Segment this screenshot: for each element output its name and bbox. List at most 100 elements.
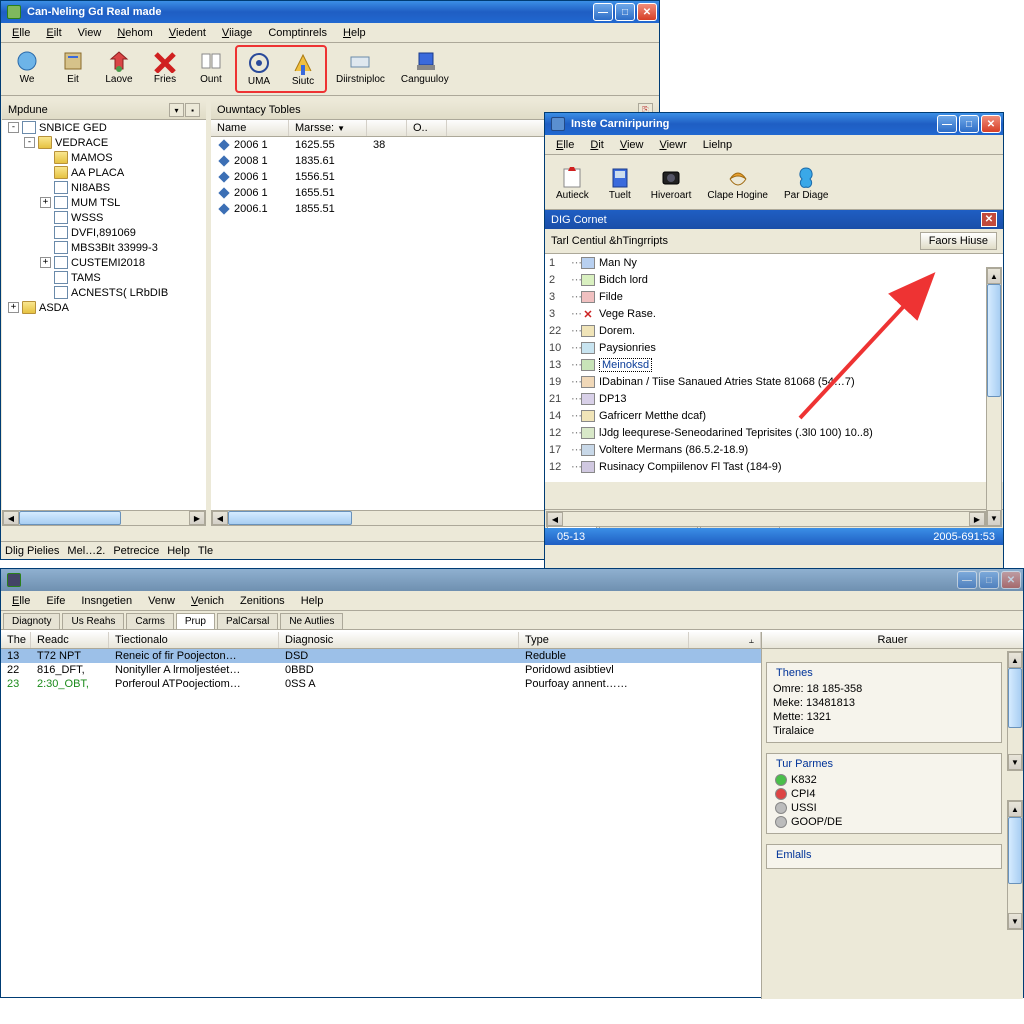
menu-zenitions[interactable]: Zenitions bbox=[233, 593, 292, 609]
toolbar-eit[interactable]: Eit bbox=[51, 45, 95, 89]
close-button[interactable]: ✕ bbox=[981, 115, 1001, 133]
menu-lielnp[interactable]: Lielnp bbox=[696, 137, 739, 153]
list-item[interactable]: 21⋯DP13 bbox=[545, 390, 1003, 407]
col-header[interactable]: Name bbox=[211, 120, 289, 136]
menu-elle[interactable]: Elle bbox=[5, 25, 37, 41]
tree-item[interactable]: -SNBICE GED bbox=[2, 120, 206, 135]
list-item[interactable]: 12⋯lJdg leequrese-Seneodarined Teprisite… bbox=[545, 424, 1003, 441]
maximize-button[interactable]: □ bbox=[959, 115, 979, 133]
list-item[interactable]: 17⋯Voltere Mermans (86.5.2-18.9) bbox=[545, 441, 1003, 458]
tree-view[interactable]: -SNBICE GED-VEDRACEMAMOSAA PLACANI8ABS+M… bbox=[2, 120, 206, 510]
menu-venich[interactable]: Venich bbox=[184, 593, 231, 609]
tree-item[interactable]: +MUM TSL bbox=[2, 195, 206, 210]
scroll-up-button[interactable]: ▲ bbox=[1008, 801, 1022, 817]
list-item[interactable]: 2⋯Bidch lord bbox=[545, 271, 1003, 288]
minimize-button[interactable]: — bbox=[957, 571, 977, 589]
toolbar-we[interactable]: We bbox=[5, 45, 49, 89]
col-header[interactable]: Tiectionalo bbox=[109, 632, 279, 648]
col-header[interactable]: Readc bbox=[31, 632, 109, 648]
maximize-button[interactable]: □ bbox=[615, 3, 635, 21]
list-item[interactable]: 13⋯Meinoksd bbox=[545, 356, 1003, 373]
menu-eilt[interactable]: Eilt bbox=[39, 25, 68, 41]
col-header[interactable]: O.. bbox=[407, 120, 447, 136]
tree-toggle[interactable]: - bbox=[24, 137, 35, 148]
tab-us-reahs[interactable]: Us Reahs bbox=[62, 613, 124, 629]
tree-item[interactable]: +CUSTEMI2018 bbox=[2, 255, 206, 270]
list-view[interactable]: 1⋯Man Ny2⋯Bidch lord3⋯Filde3⋯✕Vege Rase.… bbox=[545, 254, 1003, 482]
tree-item[interactable]: ACNESTS( LRbDIB bbox=[2, 285, 206, 300]
col-header[interactable]: Diagnosic bbox=[279, 632, 519, 648]
grid-row[interactable]: 232:30_OBT,Porferoul ATPoojectiom…0SS AP… bbox=[1, 677, 761, 691]
col-header[interactable]: Type bbox=[519, 632, 689, 648]
tree-item[interactable]: TAMS bbox=[2, 270, 206, 285]
menu-help[interactable]: Help bbox=[336, 25, 373, 41]
toolbar-hiveroart[interactable]: Hiveroart bbox=[644, 161, 699, 205]
toolbar-ount[interactable]: Ount bbox=[189, 45, 233, 89]
grid-row[interactable]: 13T72 NPTReneic of fir Poojecton…DSDRedu… bbox=[1, 649, 761, 663]
toolbar-uma[interactable]: UMA bbox=[237, 47, 281, 91]
list-item[interactable]: K832 bbox=[773, 773, 995, 787]
menu-elle[interactable]: Elle bbox=[549, 137, 581, 153]
menu-viewr[interactable]: Viewr bbox=[652, 137, 693, 153]
menu-viiage[interactable]: Viiage bbox=[215, 25, 259, 41]
toolbar-diirstniploc[interactable]: Diirstniploc bbox=[329, 45, 392, 89]
tree-item[interactable]: NI8ABS bbox=[2, 180, 206, 195]
tab-diagnoty[interactable]: Diagnoty bbox=[3, 613, 60, 629]
list-item[interactable]: 22⋯Dorem. bbox=[545, 322, 1003, 339]
scroll-left-button[interactable]: ◀ bbox=[3, 511, 19, 525]
list-item[interactable]: 12⋯Rusinacy Compiilenov Fl Tast (184-9) bbox=[545, 458, 1003, 475]
list-item[interactable]: CPI4 bbox=[773, 787, 995, 801]
side-scrollbar-v-2[interactable]: ▲▼ bbox=[1007, 800, 1023, 930]
scroll-down-button[interactable]: ▼ bbox=[987, 510, 1001, 526]
menu-view[interactable]: View bbox=[71, 25, 109, 41]
tree-item[interactable]: MAMOS bbox=[2, 150, 206, 165]
menu-elle[interactable]: Elle bbox=[5, 593, 37, 609]
list-item[interactable]: 19⋯IDabinan / Tiise Sanaued Atries State… bbox=[545, 373, 1003, 390]
side-scrollbar-v[interactable]: ▲▼ bbox=[1007, 651, 1023, 771]
toolbar-tuelt[interactable]: Tuelt bbox=[598, 161, 642, 205]
toolbar-fries[interactable]: Fries bbox=[143, 45, 187, 89]
tab-carms[interactable]: Carms bbox=[126, 613, 173, 629]
tab-ne-autlies[interactable]: Ne Autlies bbox=[280, 613, 343, 629]
list-item[interactable]: 14⋯Gafricerr Metthe dcaf) bbox=[545, 407, 1003, 424]
tree-item[interactable]: WSSS bbox=[2, 210, 206, 225]
tree-mini-btn-1[interactable]: ▾ bbox=[169, 103, 184, 117]
scroll-left-button[interactable]: ◀ bbox=[547, 512, 563, 526]
tree-item[interactable]: MBS3BIt 33999-3 bbox=[2, 240, 206, 255]
tab-prup[interactable]: Prup bbox=[176, 613, 215, 629]
grid-row[interactable]: 22816_DFT,Nonityller A lrmoljestéet…0BBD… bbox=[1, 663, 761, 677]
tree-mini-btn-2[interactable]: ▪ bbox=[185, 103, 200, 117]
menu-insngetien[interactable]: Insngetien bbox=[74, 593, 139, 609]
list-scrollbar-h[interactable]: ◀▶ bbox=[546, 511, 986, 527]
grid-view[interactable]: TheReadcTiectionaloDiagnosicType⫠ 13T72 … bbox=[1, 632, 761, 972]
toolbar-siutc[interactable]: Siutc bbox=[281, 47, 325, 91]
list-item[interactable]: 1⋯Man Ny bbox=[545, 254, 1003, 271]
tree-item[interactable]: +ASDA bbox=[2, 300, 206, 315]
minimize-button[interactable]: — bbox=[937, 115, 957, 133]
toolbar-clape-hogine[interactable]: Clape Hogine bbox=[700, 161, 775, 205]
toolbar-par-diage[interactable]: Par Diage bbox=[777, 161, 835, 205]
menu-dit[interactable]: Dit bbox=[583, 137, 610, 153]
col-header[interactable]: Marsse: ▼ bbox=[289, 120, 367, 136]
col-options[interactable]: ⫠ bbox=[689, 632, 761, 648]
menu-venw[interactable]: Venw bbox=[141, 593, 182, 609]
scroll-up-button[interactable]: ▲ bbox=[987, 268, 1001, 284]
tree-toggle[interactable]: + bbox=[40, 257, 51, 268]
list-item[interactable]: 3⋯Filde bbox=[545, 288, 1003, 305]
menu-comptinrels[interactable]: Comptinrels bbox=[261, 25, 334, 41]
menu-nehom[interactable]: Nehom bbox=[110, 25, 159, 41]
menu-view[interactable]: View bbox=[613, 137, 651, 153]
menu-eife[interactable]: Eife bbox=[39, 593, 72, 609]
maximize-button[interactable]: □ bbox=[979, 571, 999, 589]
scroll-up-button[interactable]: ▲ bbox=[1008, 652, 1022, 668]
scroll-down-button[interactable]: ▼ bbox=[1008, 754, 1022, 770]
tree-scrollbar-h[interactable]: ◀▶ bbox=[2, 510, 206, 526]
tree-item[interactable]: AA PLACA bbox=[2, 165, 206, 180]
menu-help[interactable]: Help bbox=[294, 593, 331, 609]
scroll-right-button[interactable]: ▶ bbox=[969, 512, 985, 526]
tab-palcarsal[interactable]: PalCarsal bbox=[217, 613, 278, 629]
tree-toggle[interactable]: + bbox=[40, 197, 51, 208]
sub-close-button[interactable]: ✕ bbox=[981, 212, 997, 227]
minimize-button[interactable]: — bbox=[593, 3, 613, 21]
close-button[interactable]: ✕ bbox=[1001, 571, 1021, 589]
